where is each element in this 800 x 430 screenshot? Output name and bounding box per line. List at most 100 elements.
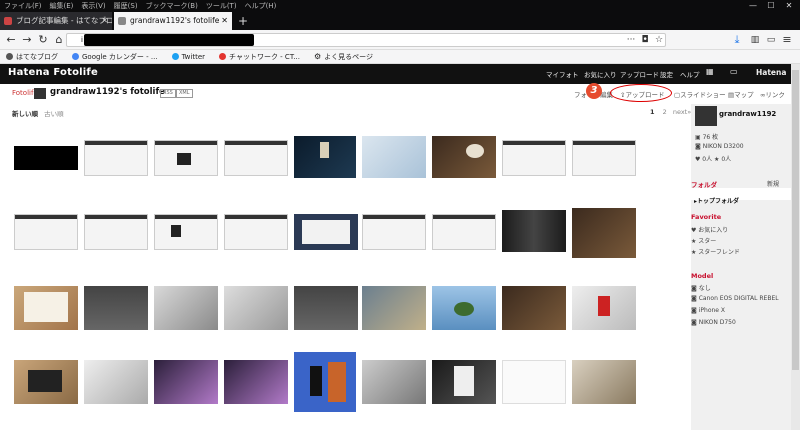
forward-arrow-icon[interactable]: → [20,33,34,47]
photo-thumbnail[interactable] [362,136,426,178]
photo-thumbnail[interactable] [572,140,636,176]
photo-thumbnail[interactable] [432,214,496,250]
close-tab-icon[interactable]: ✕ [221,12,228,30]
fotolife-logo[interactable]: Hatena Fotolife [8,67,98,78]
photo-thumbnail[interactable] [14,214,78,250]
photo-thumbnail[interactable] [84,360,148,404]
bookmark-chatwork[interactable]: チャットワーク - CT... [219,50,300,63]
reload-icon[interactable]: ↻ [36,33,50,47]
photo-thumbnail[interactable] [572,360,636,404]
tab-fotolife[interactable]: grandraw1192's fotolife ✕ [114,12,232,30]
folder-row[interactable]: ▸トップフォルダ [691,188,791,205]
tool-link[interactable]: ∞リンク [760,89,785,99]
photo-thumbnail[interactable] [84,214,148,250]
photo-thumbnail[interactable] [502,360,566,404]
photo-thumbnail[interactable] [432,360,496,404]
sort-newest[interactable]: 新しい順 [12,110,38,118]
bookmark-hatena-blog[interactable]: はてなブログ [6,50,58,63]
maximize-button[interactable]: ☐ [762,0,780,12]
xml-badge[interactable]: XML [176,89,193,98]
header-link-help[interactable]: ヘルプ [680,69,700,79]
library-icon[interactable]: ▥ [748,33,762,47]
photo-thumbnail[interactable] [14,360,78,404]
sidebar-icon[interactable]: ▭ [764,33,778,47]
close-window-button[interactable]: ✕ [780,0,798,12]
photo-thumbnail[interactable] [432,286,496,330]
rss-badge[interactable]: RSS [160,89,176,98]
photo-thumbnail[interactable] [154,286,218,330]
photo-thumbnail[interactable] [84,286,148,330]
bookmark-star-icon[interactable]: ☆ [652,33,666,47]
photo-thumbnail[interactable] [224,286,288,330]
tool-map[interactable]: ▤マップ [728,89,754,99]
header-link-myphoto[interactable]: マイフォト [546,69,579,79]
photo-thumbnail[interactable] [502,210,566,252]
model-item[interactable]: ◙ iPhone X [691,307,725,314]
photo-thumbnail[interactable] [154,214,218,250]
bookmark-google-calendar[interactable]: Google カレンダー - ... [72,50,158,63]
next-page-link[interactable]: next» [673,108,691,116]
hamburger-menu-icon[interactable]: ≡ [780,33,794,47]
photo-thumbnail[interactable] [502,286,566,330]
scrollbar-thumb[interactable] [792,70,799,370]
photo-thumbnail[interactable] [294,286,358,330]
page-2-link[interactable]: 2 [663,108,667,116]
sort-oldest[interactable]: 古い順 [44,110,64,118]
fotolife-favicon-icon [118,17,126,25]
photo-thumbnail[interactable] [572,208,636,258]
header-link-settings[interactable]: 設定 [660,69,673,79]
home-icon[interactable]: ⌂ [52,33,66,47]
user-avatar[interactable] [695,106,717,126]
sidebar-username[interactable]: grandraw1192 [719,110,776,118]
model-item[interactable]: ◙ Canon EOS DIGITAL REBEL [691,295,779,302]
close-tab-icon[interactable]: ✕ [101,12,108,30]
tab-blog-edit[interactable]: ブログ記事編集 - はてなブログ ✕ [0,12,112,30]
photo-thumbnail[interactable] [294,136,356,178]
photo-thumbnail[interactable] [154,360,218,404]
apps-grid-icon[interactable]: ▦ [706,67,714,76]
photo-thumbnail[interactable] [432,136,496,178]
photo-thumbnail[interactable] [362,360,426,404]
notification-icon[interactable]: ▭ [730,67,738,76]
minimize-button[interactable]: — [744,0,762,12]
photo-thumbnail[interactable] [362,214,426,250]
bookmark-twitter[interactable]: Twitter [171,50,205,63]
photo-thumbnail[interactable] [294,214,358,250]
menu-item[interactable]: ファイル(F) [4,0,42,12]
menu-item[interactable]: 表示(V) [81,0,105,12]
photo-thumbnail[interactable] [224,360,288,404]
more-icon[interactable]: ··· [624,33,638,47]
model-item[interactable]: ◙ なし [691,283,711,292]
photo-thumbnail[interactable] [84,140,148,176]
header-link-favorites[interactable]: お気に入り [584,69,617,79]
photo-thumbnail[interactable] [572,286,636,330]
photo-thumbnail[interactable] [362,286,426,330]
menu-item[interactable]: ブックマーク(B) [146,0,198,12]
star-item[interactable]: ★ スター [691,236,716,245]
bookmark-label: チャットワーク - CT... [229,52,300,61]
tool-slideshow[interactable]: ▢スライドショー [674,89,726,99]
menu-item[interactable]: 編集(E) [50,0,74,12]
photo-thumbnail[interactable] [294,352,356,412]
favorite-item[interactable]: ♥ お気に入り [691,225,728,234]
header-link-upload[interactable]: アップロード [620,69,659,79]
star-friend-item[interactable]: ★ スターフレンド [691,247,740,256]
pocket-icon[interactable]: ◘ [638,33,652,47]
new-tab-button[interactable]: + [234,12,252,30]
menu-item[interactable]: ヘルプ(H) [245,0,277,12]
photo-thumbnail[interactable] [224,214,288,250]
download-icon[interactable]: ⤓ [730,33,744,47]
menu-item[interactable]: ツール(T) [206,0,237,12]
menu-item[interactable]: 履歴(S) [114,0,138,12]
page-scrollbar[interactable] [791,64,800,430]
photo-thumbnail[interactable] [14,286,78,330]
hatena-link[interactable]: Hatena [756,68,786,77]
photo-thumbnail[interactable] [14,146,78,170]
new-folder-button[interactable]: 新規 [767,179,779,188]
bookmark-frequent[interactable]: ⚙ よく見るページ [314,50,373,63]
model-item[interactable]: ◙ NIKON D750 [691,319,736,326]
photo-thumbnail[interactable] [224,140,288,176]
back-arrow-icon[interactable]: ← [4,33,18,47]
photo-thumbnail[interactable] [502,140,566,176]
photo-thumbnail[interactable] [154,140,218,176]
